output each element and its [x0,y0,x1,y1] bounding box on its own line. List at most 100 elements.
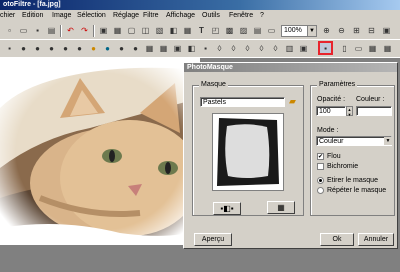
filter-18-icon[interactable]: ▯ [338,42,351,55]
filter-16-icon[interactable]: ▥ [283,42,296,55]
filter-4-icon[interactable]: ● [45,42,58,55]
new-icon[interactable]: ▫ [3,24,16,37]
apercu-button[interactable]: Aperçu [194,233,232,246]
crop-icon[interactable]: ▢ [125,24,138,37]
masque-group-label: Masque [199,81,228,88]
fullscreen-icon[interactable]: ▣ [380,24,393,37]
toolbar-main: ▫ ▭ ▪ ▤ ↶ ↷ ▣ ▦ ▢ ◫ ▧ ◧ ▦ T ◰ ▩ ▨ ▤ ▭ 10… [0,22,400,40]
menu-fichier[interactable]: chier [0,10,15,22]
save-icon[interactable]: ▪ [31,24,44,37]
print-icon[interactable]: ▤ [45,24,58,37]
menu-affichage[interactable]: Affichage [166,10,195,22]
bichromie-checkbox[interactable] [317,163,324,170]
drop-2-icon[interactable]: ◊ [227,42,240,55]
filter-17-icon[interactable]: ▣ [297,42,310,55]
filter-8-icon[interactable]: ● [101,42,114,55]
dialog-title: PhotoMasque [184,63,397,72]
paste-icon[interactable]: ▦ [111,24,124,37]
photomasque-icon[interactable]: ▪ [318,41,333,55]
parametres-group-label: Paramètres [317,81,358,88]
opacity-input[interactable]: 100 [316,106,346,116]
mask-name-field[interactable]: Pastels [200,97,285,107]
zoom-in-icon[interactable]: ⊕ [320,24,333,37]
filter-11-icon[interactable]: ▦ [143,42,156,55]
tile-icon[interactable]: ▩ [223,24,236,37]
etirer-radio[interactable] [317,177,324,184]
filter-5-icon[interactable]: ● [59,42,72,55]
app-title: otoFiltre - [fa.jpg] [3,1,61,8]
mode-label: Mode : [317,127,339,134]
repeter-radio[interactable] [317,187,324,194]
menu-outils[interactable]: Outils [202,10,220,22]
filter-21-icon[interactable]: ▦ [381,42,394,55]
filter-9-icon[interactable]: ● [115,42,128,55]
color-label: Couleur : [356,96,385,103]
annuler-button[interactable]: Annuler [358,233,394,246]
mask-options-button[interactable]: ▦ [267,201,295,214]
drop-5-icon[interactable]: ◊ [269,42,282,55]
filter-13-icon[interactable]: ▣ [171,42,184,55]
redo-icon[interactable]: ↷ [78,24,91,37]
clipboard-icon[interactable]: ▤ [251,24,264,37]
filter-7-icon[interactable]: ● [87,42,100,55]
open-icon[interactable]: ▭ [17,24,30,37]
app-title-bar: otoFiltre - [fa.jpg] [0,0,400,10]
ok-button[interactable]: Ok [320,233,354,246]
color-select[interactable] [356,106,392,116]
repeter-label: Répéter le masque [327,187,387,194]
zoom-full-icon[interactable]: ⊟ [365,24,378,37]
zoom-select[interactable]: 100% ▼ [281,25,317,37]
flou-label: Flou [327,153,341,160]
window-icon[interactable]: ▭ [265,24,278,37]
chevron-down-icon: ▼ [307,26,316,36]
mask-preview [212,113,284,191]
filter-6-icon[interactable]: ● [73,42,86,55]
canvas-icon[interactable]: ▧ [153,24,166,37]
folder-open-icon[interactable]: ▰ [289,96,300,107]
menu-filtre[interactable]: Filtre [143,10,159,22]
filter-3-icon[interactable]: ● [31,42,44,55]
filter-12-icon[interactable]: ▦ [157,42,170,55]
layers-icon[interactable]: ◰ [209,24,222,37]
frame-icon[interactable]: ▨ [237,24,250,37]
flou-checkbox[interactable]: ✔ [317,153,324,160]
opacity-spinner[interactable]: ▲ ▼ [346,106,353,117]
undo-icon[interactable]: ↶ [64,24,77,37]
toolbar-filters: ▪ ● ● ● ● ● ● ● ● ● ▦ ▦ ▣ ◧ ▪ ◊ ◊ ◊ ◊ ◊ … [0,40,400,58]
copy-icon[interactable]: ▣ [97,24,110,37]
opacity-label: Opacité : [317,96,346,103]
grid-icon[interactable]: ▦ [181,24,194,37]
filter-20-icon[interactable]: ▦ [366,42,379,55]
drop-1-icon[interactable]: ◊ [213,42,226,55]
filter-10-icon[interactable]: ● [129,42,142,55]
filter-1-icon[interactable]: ▪ [3,42,16,55]
bichromie-label: Bichromie [327,163,359,170]
drop-4-icon[interactable]: ◊ [255,42,268,55]
zoom-fit-icon[interactable]: ⊞ [350,24,363,37]
zoom-out-icon[interactable]: ⊖ [335,24,348,37]
parametres-group: Paramètres Opacité : 100 ▲ ▼ Couleur : Mo… [310,81,395,216]
chevron-down-icon: ▼ [384,137,392,145]
filter-19-icon[interactable]: ▭ [352,42,365,55]
filter-2-icon[interactable]: ● [17,42,30,55]
cat-photo [0,58,200,245]
masque-group: Masque Pastels ▰ ▪◧▪ ▦ [192,81,304,216]
photomasque-dialog: PhotoMasque Masque Pastels ▰ ▪◧▪ ▦ Param… [183,62,398,249]
image-canvas[interactable] [0,58,200,245]
menu-help[interactable]: ? [260,10,264,22]
resize-icon[interactable]: ◫ [139,24,152,37]
etirer-label: Etirer le masque [327,177,378,184]
menu-fenetre[interactable]: Fenêtre [229,10,253,22]
mode-select[interactable]: Couleur [316,136,392,146]
menu-image[interactable]: Image [52,10,71,22]
menu-bar: chier Edition Image Sélection Réglage Fi… [0,10,400,22]
menu-reglage[interactable]: Réglage [113,10,139,22]
colors-icon[interactable]: ◧ [167,24,180,37]
filter-14-icon[interactable]: ◧ [185,42,198,55]
invert-mask-button[interactable]: ▪◧▪ [213,202,241,215]
menu-selection[interactable]: Sélection [77,10,106,22]
text-icon[interactable]: T [195,24,208,37]
menu-edition[interactable]: Edition [22,10,43,22]
drop-3-icon[interactable]: ◊ [241,42,254,55]
filter-15-icon[interactable]: ▪ [199,42,212,55]
